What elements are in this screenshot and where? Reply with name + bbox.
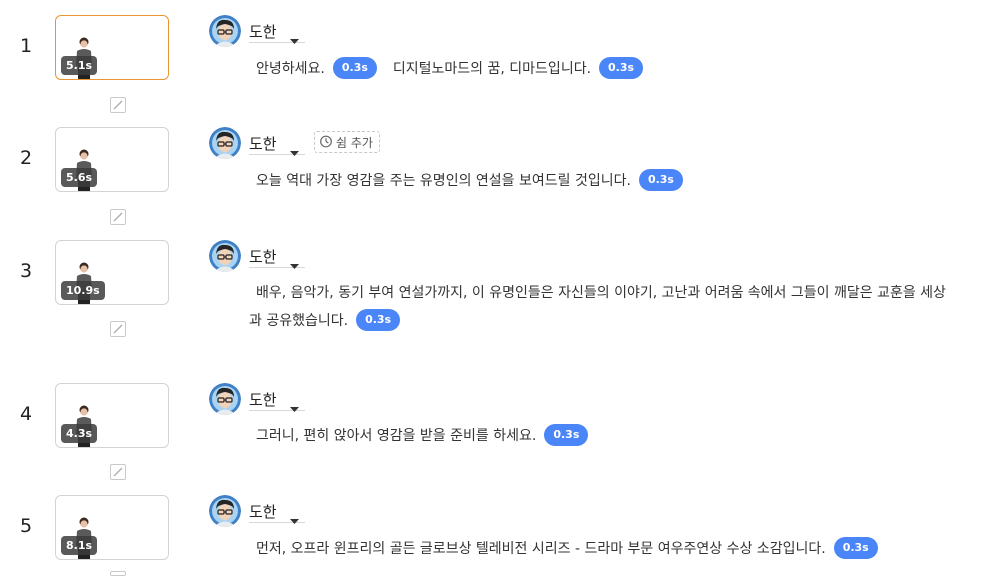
- transition-slash-icon[interactable]: [110, 571, 126, 576]
- duration-badge: 5.1s: [61, 56, 98, 75]
- duration-badge: 8.1s: [61, 536, 98, 555]
- speaker-select[interactable]: 도한: [249, 500, 305, 524]
- timer-icon: [319, 134, 333, 151]
- speaker-name: 도한: [249, 503, 277, 521]
- duration-badge: 4.3s: [61, 424, 98, 443]
- sentence-text[interactable]: 안녕하세요.: [249, 61, 325, 77]
- sentence-text[interactable]: 오늘 역대 가장 영감을 주는 유명인의 연설을 보여드릴 것입니다.: [249, 173, 631, 189]
- speaker-avatar-icon[interactable]: [209, 383, 241, 415]
- speaker-select[interactable]: 도한: [249, 388, 305, 412]
- speaker-select[interactable]: 도한: [249, 245, 305, 269]
- scene-thumbnail[interactable]: 5.1s: [55, 15, 169, 80]
- scene-number: 3: [19, 260, 33, 282]
- add-pause-label: 쉼 추가: [336, 135, 373, 150]
- duration-badge: 10.9s: [61, 281, 105, 300]
- sentence-text[interactable]: 디지털노마드의 꿈, 디마드입니다.: [386, 61, 591, 77]
- transition-slash-icon[interactable]: [110, 464, 126, 480]
- chevron-down-icon: [290, 397, 299, 416]
- chevron-down-icon: [290, 254, 299, 273]
- scene-number: 4: [19, 403, 33, 425]
- script-text[interactable]: 배우, 음악가, 동기 부여 연설가까지, 이 유명인들은 자신들의 이야기, …: [249, 279, 949, 335]
- speaker-avatar-icon[interactable]: [209, 127, 241, 159]
- script-text[interactable]: 먼저, 오프라 윈프리의 골든 글로브상 텔레비전 시리즈 - 드라마 부문 여…: [249, 535, 949, 563]
- speaker-avatar-icon[interactable]: [209, 495, 241, 527]
- speaker-select[interactable]: 도한: [249, 20, 305, 44]
- script-text[interactable]: 그러니, 편히 앉아서 영감을 받을 준비를 하세요. 0.3s: [249, 422, 949, 450]
- pause-duration-pill[interactable]: 0.3s: [833, 537, 878, 559]
- duration-badge: 5.6s: [61, 168, 98, 187]
- sentence-text[interactable]: 먼저, 오프라 윈프리의 골든 글로브상 텔레비전 시리즈 - 드라마 부문 여…: [249, 541, 826, 557]
- chevron-down-icon: [290, 141, 299, 160]
- speaker-avatar-icon[interactable]: [209, 240, 241, 272]
- pause-duration-pill[interactable]: 0.3s: [638, 169, 683, 191]
- speaker-name: 도한: [249, 248, 277, 266]
- speaker-name: 도한: [249, 391, 277, 409]
- sentence-text[interactable]: 배우, 음악가, 동기 부여 연설가까지, 이 유명인들은 자신들의 이야기, …: [249, 285, 946, 329]
- script-text[interactable]: 안녕하세요. 0.3s 디지털노마드의 꿈, 디마드입니다. 0.3s: [249, 55, 949, 83]
- add-pause-button[interactable]: 쉼 추가: [314, 131, 380, 153]
- speaker-name: 도한: [249, 135, 277, 153]
- script-text[interactable]: 오늘 역대 가장 영감을 주는 유명인의 연설을 보여드릴 것입니다. 0.3s: [249, 167, 949, 195]
- scene-thumbnail[interactable]: 10.9s: [55, 240, 169, 305]
- scene-number: 2: [19, 147, 33, 169]
- speaker-name: 도한: [249, 23, 277, 41]
- pause-duration-pill[interactable]: 0.3s: [544, 424, 589, 446]
- scene-number: 1: [19, 35, 33, 57]
- chevron-down-icon: [290, 29, 299, 48]
- pause-duration-pill[interactable]: 0.3s: [599, 57, 644, 79]
- transition-slash-icon[interactable]: [110, 209, 126, 225]
- speaker-avatar-icon[interactable]: [209, 15, 241, 47]
- transition-slash-icon[interactable]: [110, 321, 126, 337]
- scene-thumbnail[interactable]: 5.6s: [55, 127, 169, 192]
- scene-thumbnail[interactable]: 4.3s: [55, 383, 169, 448]
- scene-number: 5: [19, 515, 33, 537]
- pause-duration-pill[interactable]: 0.3s: [356, 309, 401, 331]
- scene-list: 1 5.1s 도한 안녕하세요. 0.3s 디지털노마드의 꿈, 디마드입니다. 0.3s 2…: [0, 0, 1003, 576]
- chevron-down-icon: [290, 509, 299, 528]
- transition-slash-icon[interactable]: [110, 97, 126, 113]
- speaker-select[interactable]: 도한: [249, 132, 305, 156]
- sentence-text[interactable]: 그러니, 편히 앉아서 영감을 받을 준비를 하세요.: [249, 428, 536, 444]
- pause-duration-pill[interactable]: 0.3s: [332, 57, 377, 79]
- scene-thumbnail[interactable]: 8.1s: [55, 495, 169, 560]
